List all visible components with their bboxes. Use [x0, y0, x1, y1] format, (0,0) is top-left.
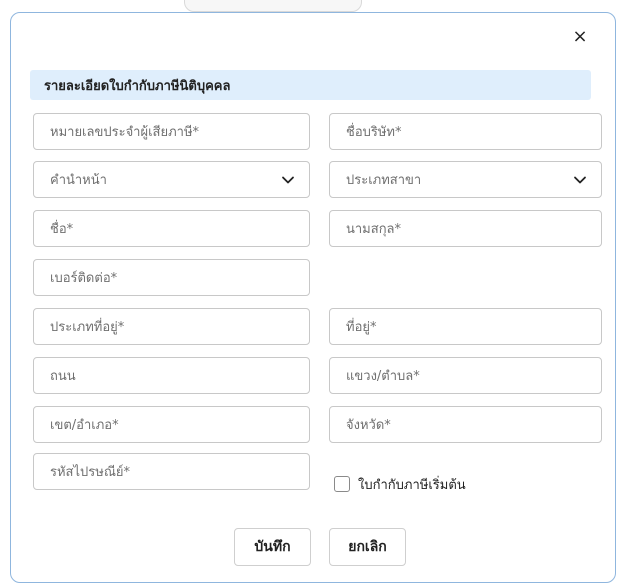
close-icon[interactable]: × [571, 28, 589, 46]
district-placeholder: เขต/อำเภอ* [50, 418, 119, 433]
address-placeholder: ที่อยู่* [346, 320, 377, 335]
tax-id-placeholder: หมายเลขประจำผู้เสียภาษี* [50, 125, 200, 140]
save-button-label: บันทึก [254, 539, 291, 555]
branch-type-select[interactable]: ประเภทสาขา [329, 161, 602, 198]
section-header: รายละเอียดใบกำกับภาษีนิติบุคคล [30, 70, 591, 100]
default-invoice-label: ใบกำกับภาษีเริ่มต้น [358, 477, 466, 493]
save-button[interactable]: บันทึก [234, 528, 311, 566]
address-type-placeholder: ประเภทที่อยู่* [50, 320, 125, 335]
section-title: รายละเอียดใบกำกับภาษีนิติบุคคล [44, 78, 231, 94]
background-panel-tab [184, 0, 362, 12]
prefix-placeholder: คำนำหน้า [50, 173, 107, 188]
branch-type-placeholder: ประเภทสาขา [346, 173, 422, 188]
subdistrict-input[interactable]: แขวง/ตำบล* [329, 357, 602, 394]
last-name-placeholder: นามสกุล* [346, 222, 402, 237]
company-name-input[interactable]: ชื่อบริษัท* [329, 113, 602, 150]
province-placeholder: จังหวัด* [346, 418, 391, 433]
province-input[interactable]: จังหวัด* [329, 406, 602, 443]
first-name-input[interactable]: ชื่อ* [33, 210, 310, 247]
default-invoice-checkbox-row[interactable]: ใบกำกับภาษีเริ่มต้น [334, 474, 466, 494]
prefix-select[interactable]: คำนำหน้า [33, 161, 310, 198]
last-name-input[interactable]: นามสกุล* [329, 210, 602, 247]
company-name-placeholder: ชื่อบริษัท* [346, 125, 402, 140]
tax-id-input[interactable]: หมายเลขประจำผู้เสียภาษี* [33, 113, 310, 150]
postal-code-placeholder: รหัสไปรษณีย์* [50, 465, 131, 480]
postal-code-input[interactable]: รหัสไปรษณีย์* [33, 453, 310, 490]
district-input[interactable]: เขต/อำเภอ* [33, 406, 310, 443]
chevron-down-icon [282, 176, 294, 183]
first-name-placeholder: ชื่อ* [50, 222, 74, 237]
cancel-button-label: ยกเลิก [348, 539, 387, 555]
road-input[interactable]: ถนน [33, 357, 310, 394]
default-invoice-checkbox[interactable] [334, 476, 350, 492]
chevron-down-icon [574, 176, 586, 183]
cancel-button[interactable]: ยกเลิก [329, 528, 406, 566]
address-type-input[interactable]: ประเภทที่อยู่* [33, 308, 310, 345]
phone-input[interactable]: เบอร์ติดต่อ* [33, 259, 310, 296]
phone-placeholder: เบอร์ติดต่อ* [50, 271, 118, 286]
address-input[interactable]: ที่อยู่* [329, 308, 602, 345]
road-placeholder: ถนน [50, 369, 76, 384]
subdistrict-placeholder: แขวง/ตำบล* [346, 369, 420, 384]
